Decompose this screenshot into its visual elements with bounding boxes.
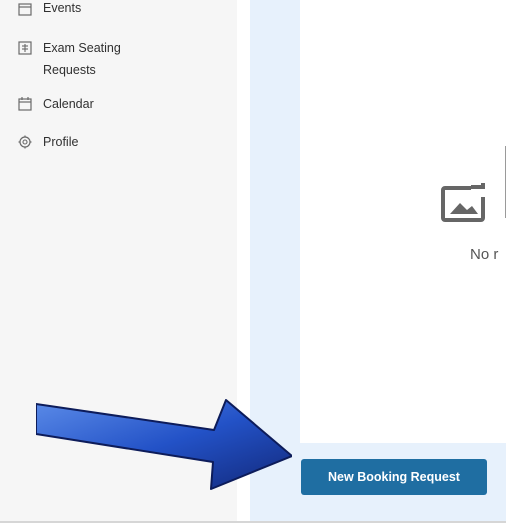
seating-request-icon bbox=[18, 41, 32, 55]
new-booking-request-button[interactable]: New Booking Request bbox=[301, 459, 487, 495]
sidebar-item-label: Exam Seating bbox=[43, 41, 121, 55]
sidebar-item-label: Calendar bbox=[43, 97, 94, 111]
gear-icon bbox=[18, 135, 32, 149]
empty-state-text: No r bbox=[470, 246, 499, 263]
divider bbox=[0, 521, 506, 523]
arrow-icon bbox=[36, 399, 292, 490]
calendar-icon bbox=[18, 3, 32, 16]
sidebar-item-label: Profile bbox=[43, 135, 79, 149]
sidebar-item-label-line2: Requests bbox=[43, 63, 96, 77]
sidebar-item-label: Events bbox=[43, 1, 82, 15]
calendar-icon bbox=[18, 97, 32, 111]
image-placeholder-icon bbox=[441, 183, 489, 222]
